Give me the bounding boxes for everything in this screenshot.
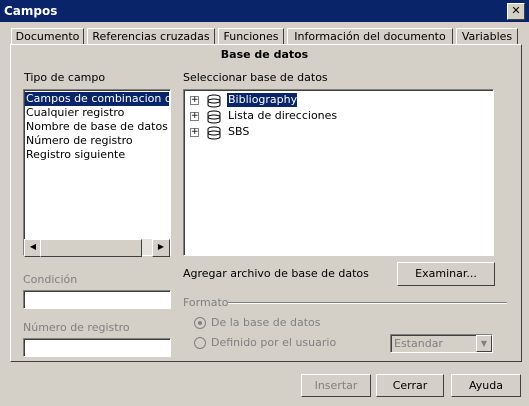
radio-user-defined[interactable]	[194, 337, 206, 349]
tab-label: Información del documento	[294, 30, 446, 43]
tree-item-sbs[interactable]: SBS	[227, 125, 249, 139]
tab-label: Funciones	[223, 30, 279, 43]
insert-button[interactable]: Insertar	[301, 374, 371, 397]
title-bar: Campos ✕	[0, 0, 529, 22]
list-item[interactable]: Nombre de base de datos	[25, 120, 168, 134]
field-type-list[interactable]: Campos de combinacion de co Cualquier re…	[23, 89, 171, 256]
record-number-label: Número de registro	[23, 321, 130, 334]
tree-item-bibliography[interactable]: Bibliography	[227, 93, 298, 107]
chevron-down-icon[interactable]: ▼	[476, 335, 492, 352]
list-item[interactable]: Cualquier registro	[25, 106, 124, 120]
tab-variables[interactable]: Variables	[456, 28, 518, 45]
condition-label: Condición	[23, 273, 78, 286]
format-separator	[228, 302, 507, 304]
expand-icon[interactable]: +	[190, 128, 199, 137]
database-tree[interactable]: + Bibliography + Lista de direcciones + …	[183, 89, 494, 256]
radio-user-defined-label: Definido por el usuario	[211, 336, 337, 349]
tab-label: Documento	[15, 30, 80, 43]
list-item[interactable]: Campos de combinacion de co	[25, 92, 170, 106]
horizontal-scrollbar[interactable]: ◀ ▶	[24, 239, 170, 257]
format-label: Formato	[183, 296, 229, 309]
record-number-input[interactable]	[23, 338, 171, 357]
scroll-thumb[interactable]	[40, 239, 142, 257]
radio-from-database-label: De la base de datos	[211, 316, 321, 329]
list-item[interactable]: Registro siguiente	[25, 148, 125, 162]
window-title: Campos	[4, 4, 58, 18]
database-select-label: Seleccionar base de datos	[183, 71, 328, 84]
add-db-label: Agregar archivo de base de datos	[183, 267, 369, 280]
expand-icon[interactable]: +	[190, 112, 199, 121]
field-type-label: Tipo de campo	[24, 71, 106, 84]
tab-funciones[interactable]: Funciones	[218, 28, 284, 45]
tab-referencias-cruzadas[interactable]: Referencias cruzadas	[87, 28, 215, 45]
database-icon	[207, 110, 221, 124]
tab-base-de-datos[interactable]: Base de datos	[0, 48, 529, 61]
close-icon[interactable]: ✕	[507, 3, 525, 20]
tab-label: Referencias cruzadas	[92, 30, 210, 43]
close-button[interactable]: Cerrar	[376, 374, 444, 397]
list-item[interactable]: Número de registro	[25, 134, 133, 148]
tree-item-lista-de-direcciones[interactable]: Lista de direcciones	[227, 109, 337, 123]
condition-input[interactable]	[23, 290, 171, 309]
expand-icon[interactable]: +	[190, 96, 199, 105]
database-icon	[207, 126, 221, 140]
help-button[interactable]: Ayuda	[451, 374, 521, 397]
radio-from-database[interactable]	[194, 317, 206, 329]
format-select-value: Estandar	[394, 337, 443, 350]
tab-documento[interactable]: Documento	[11, 28, 84, 45]
tab-informacion-del-documento[interactable]: Información del documento	[287, 28, 453, 45]
tab-label: Variables	[461, 30, 513, 43]
scroll-right-icon[interactable]: ▶	[152, 239, 170, 257]
format-select[interactable]: Estandar ▼	[390, 334, 493, 353]
database-icon	[207, 94, 221, 108]
browse-button[interactable]: Examinar...	[397, 262, 495, 286]
